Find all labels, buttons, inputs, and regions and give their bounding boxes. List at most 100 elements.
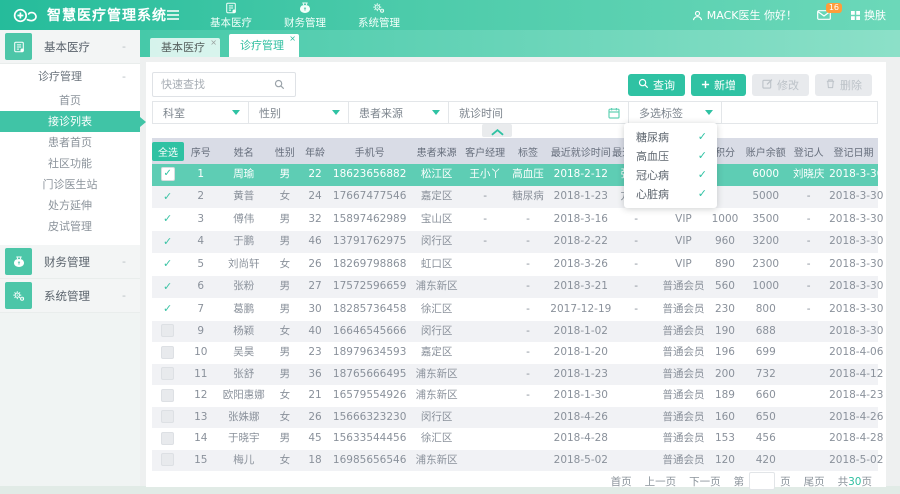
edit-button[interactable]: 修改 xyxy=(752,74,809,96)
table-cell: 45 xyxy=(301,428,330,450)
column-header[interactable]: 序号 xyxy=(183,138,218,164)
row-check-icon[interactable]: ✓ xyxy=(163,280,172,293)
column-header[interactable]: 客户经理 xyxy=(464,138,507,164)
hamburger-icon[interactable] xyxy=(166,10,180,20)
sidebar-section-header[interactable]: 财务管理- xyxy=(0,245,140,279)
sidebar-section-header[interactable]: 基本医疗- xyxy=(0,30,140,64)
table-cell: 于鹏 xyxy=(218,231,269,254)
table-row[interactable]: 14于晓宇男4515633544456徐汇区2018-4-28普通会员15345… xyxy=(152,428,878,450)
column-header[interactable]: 账户余额 xyxy=(743,138,788,164)
row-check-icon[interactable]: ✓ xyxy=(163,257,172,270)
pagination-first[interactable]: 首页 xyxy=(611,474,632,489)
row-checkbox[interactable] xyxy=(161,324,174,337)
column-header[interactable]: 最近就诊时间 xyxy=(550,138,613,164)
table-row[interactable]: ✓5刘尚轩女2618269798868虹口区-2018-3-26-VIP8902… xyxy=(152,253,878,276)
table-row[interactable]: 9杨颖女4016646545666闵行区-2018-1-02普通会员190688… xyxy=(152,321,878,343)
add-button[interactable]: 新增 xyxy=(691,74,746,96)
column-header[interactable]: 登记日期 xyxy=(829,138,878,164)
column-header[interactable]: 姓名 xyxy=(218,138,269,164)
dropdown-option[interactable]: 心脏病✓ xyxy=(624,184,717,203)
sidebar-item[interactable]: 处方延伸 xyxy=(0,195,140,216)
table-row[interactable]: ✓2黄普女2417667477546嘉定区-糖尿病2018-1-23方医师500… xyxy=(152,186,878,209)
sidebar-item[interactable]: 接诊列表 xyxy=(0,111,140,132)
dropdown-option[interactable]: 糖尿病✓ xyxy=(624,127,717,146)
dropdown-option[interactable]: 高血压✓ xyxy=(624,146,717,165)
row-checkbox[interactable] xyxy=(161,410,174,423)
table-cell: 650 xyxy=(743,407,788,429)
tab-close-icon[interactable]: × xyxy=(289,34,296,43)
table-cell: 18269798868 xyxy=(330,253,410,276)
top-nav-label: 基本医疗 xyxy=(210,15,252,30)
filter-patient-source[interactable]: 患者来源 xyxy=(349,102,449,123)
table-row[interactable]: ✓3傅伟男3215897462989宝山区--2018-3-16-VIP1000… xyxy=(152,208,878,231)
column-header[interactable]: 性别 xyxy=(269,138,300,164)
table-cell: 2018-1-23 xyxy=(550,186,613,209)
filter-gender[interactable]: 性别 xyxy=(249,102,349,123)
row-check-icon[interactable]: ✓ xyxy=(163,235,172,248)
search-input[interactable] xyxy=(152,72,296,97)
table-row[interactable]: 15梅儿女1816985656546浦东新区2018-5-02普通会员12042… xyxy=(152,450,878,472)
top-nav-item[interactable]: 基本医疗 xyxy=(208,2,254,30)
row-check-icon[interactable]: ✓ xyxy=(163,190,172,203)
column-header[interactable]: 手机号 xyxy=(330,138,410,164)
cloud-plus-logo-icon xyxy=(12,6,40,25)
user-menu[interactable]: MACK医生 你好！ xyxy=(692,7,797,23)
tab[interactable]: 诊疗管理× xyxy=(229,34,299,57)
filter-department[interactable]: 科室 xyxy=(153,102,249,123)
sidebar-section-header[interactable]: 系统管理- xyxy=(0,279,140,313)
select-all-button[interactable]: 全选 xyxy=(152,142,184,161)
pagination-prev[interactable]: 上一页 xyxy=(645,474,677,489)
pagination-last[interactable]: 尾页 xyxy=(804,474,825,489)
top-nav-item[interactable]: 财务管理 xyxy=(282,2,328,30)
column-header[interactable]: 患者来源 xyxy=(410,138,464,164)
content-card: 查询新增修改删除 科室性别患者来源就诊时间多选标签 全选序号姓名性别年龄手机号患… xyxy=(146,62,886,487)
page-jump-input[interactable] xyxy=(749,472,775,490)
pagination-next[interactable]: 下一页 xyxy=(689,474,721,489)
moneybag-icon xyxy=(5,248,32,275)
query-button[interactable]: 查询 xyxy=(628,74,685,96)
table-row[interactable]: 13张姝娜女2615666323230闵行区2018-4-26普通会员16065… xyxy=(152,407,878,429)
sidebar-item[interactable]: 皮试管理 xyxy=(0,216,140,237)
row-checkbox[interactable] xyxy=(161,367,174,380)
row-checkbox[interactable] xyxy=(161,453,174,466)
table-row[interactable]: ✓4于鹏男4613791762975闵行区--2018-2-22-VIP9603… xyxy=(152,231,878,254)
table-row[interactable]: ✓1周瑜男2218623656882松江区王小丫高血压2018-2-12张医师6… xyxy=(152,164,878,186)
filter-multi-tags[interactable]: 多选标签 xyxy=(629,102,722,123)
filter-visit-time[interactable]: 就诊时间 xyxy=(449,102,629,123)
table-row[interactable]: 11张舒男3618765666495浦东新区-2018-1-23普通会员2007… xyxy=(152,364,878,386)
row-check-icon[interactable]: ✓ xyxy=(163,212,172,225)
row-check-icon[interactable]: ✓ xyxy=(163,302,172,315)
sidebar-item[interactable]: 门诊医生站 xyxy=(0,174,140,195)
table-cell: 葛鹏 xyxy=(218,298,269,321)
sidebar-item[interactable]: 社区功能 xyxy=(0,153,140,174)
row-checkbox[interactable]: ✓ xyxy=(161,167,175,181)
messages-button[interactable]: 16 xyxy=(817,10,831,20)
row-checkbox[interactable] xyxy=(161,432,174,445)
table-cell: 浦东新区 xyxy=(410,364,464,386)
column-header[interactable]: 年龄 xyxy=(301,138,330,164)
table-cell: 22 xyxy=(301,164,330,186)
table-cell: 2018-3-30 xyxy=(829,253,878,276)
tab-close-icon[interactable]: × xyxy=(210,38,217,47)
table-cell: 18979634593 xyxy=(330,342,410,364)
row-checkbox[interactable] xyxy=(161,389,174,402)
table-cell: 18765666495 xyxy=(330,364,410,386)
table-row[interactable]: ✓7葛鹏男3018285736458徐汇区-2017-12-19-普通会员230… xyxy=(152,298,878,321)
skin-switch-button[interactable]: 换肤 xyxy=(851,7,886,23)
sidebar-item[interactable]: 患者首页 xyxy=(0,132,140,153)
dropdown-option[interactable]: 冠心病✓ xyxy=(624,165,717,184)
column-header[interactable]: 标签 xyxy=(507,138,550,164)
table-row[interactable]: ✓6张粉男2717572596659浦东新区-2018-3-21-普通会员560… xyxy=(152,276,878,299)
column-header[interactable]: 登记人 xyxy=(788,138,829,164)
top-nav-item[interactable]: 系统管理 xyxy=(356,2,402,30)
table-row[interactable]: 10吴昊男2318979634593嘉定区-2018-1-20普通会员19669… xyxy=(152,342,878,364)
row-checkbox[interactable] xyxy=(161,346,174,359)
delete-button[interactable]: 删除 xyxy=(815,74,872,96)
table-cell: 男 xyxy=(269,342,300,364)
table-cell: - xyxy=(788,208,829,231)
tab[interactable]: 基本医疗× xyxy=(150,38,220,57)
sidebar-item[interactable]: 首页 xyxy=(0,90,140,111)
sidebar-submenu-title[interactable]: 诊疗管理- xyxy=(0,64,140,90)
collapse-button[interactable] xyxy=(482,124,512,137)
table-row[interactable]: 12欧阳惠娜女2116579554926浦东新区-2018-1-30普通会员18… xyxy=(152,385,878,407)
